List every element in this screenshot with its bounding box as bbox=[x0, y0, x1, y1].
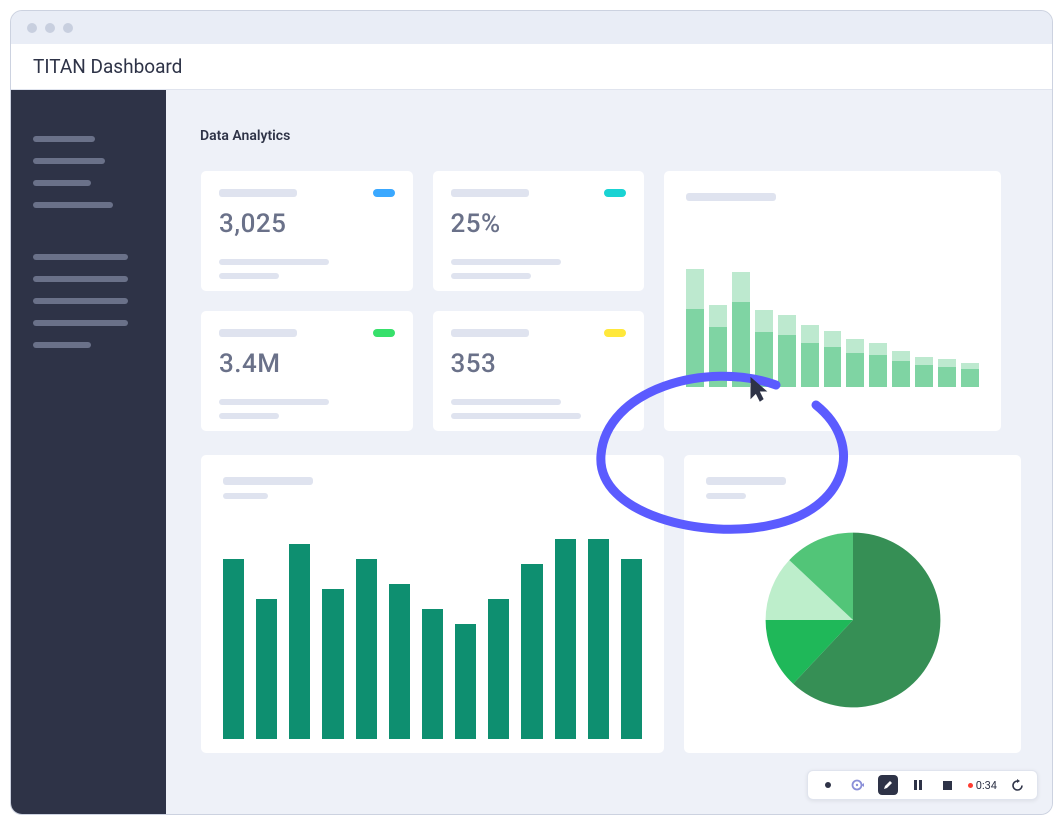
placeholder-line bbox=[451, 259, 561, 265]
chart-bar bbox=[588, 539, 609, 739]
sidebar-item[interactable] bbox=[33, 180, 91, 186]
placeholder-line bbox=[219, 259, 329, 265]
chart-bar bbox=[455, 624, 476, 739]
chart-bar bbox=[824, 331, 842, 387]
workspace: Data Analytics 3,025 bbox=[11, 90, 1052, 814]
placeholder-line bbox=[223, 493, 268, 499]
record-button[interactable] bbox=[818, 775, 838, 795]
sidebar-item[interactable] bbox=[33, 298, 128, 304]
window-dot bbox=[27, 23, 37, 33]
pen-button[interactable] bbox=[878, 775, 898, 795]
pause-button[interactable] bbox=[908, 775, 928, 795]
chart-bar bbox=[488, 599, 509, 739]
chart-bar bbox=[223, 559, 244, 739]
placeholder-line bbox=[219, 413, 279, 419]
metric-card[interactable]: 3,025 bbox=[200, 170, 414, 292]
placeholder-line bbox=[451, 273, 531, 279]
rec-dot-icon bbox=[968, 783, 973, 788]
metric-card[interactable]: 25% bbox=[432, 170, 646, 292]
chart-bar bbox=[869, 343, 887, 387]
recording-timer: 0:34 bbox=[968, 779, 997, 792]
chart-bar bbox=[389, 584, 410, 739]
chart-bar bbox=[801, 325, 819, 387]
placeholder-title bbox=[219, 189, 297, 197]
content-area: Data Analytics 3,025 bbox=[166, 90, 1052, 814]
sidebar-item[interactable] bbox=[33, 202, 113, 208]
placeholder-line bbox=[451, 413, 581, 419]
chart-bar bbox=[356, 559, 377, 739]
metric-row: 3,025 25% bbox=[200, 170, 645, 292]
chart-bar bbox=[322, 589, 343, 739]
pie-chart-card[interactable] bbox=[683, 454, 1022, 754]
chart-bar bbox=[521, 564, 542, 739]
metric-card[interactable]: 353 bbox=[432, 310, 646, 432]
placeholder-line bbox=[219, 399, 329, 405]
chart-bar bbox=[961, 363, 979, 387]
metric-value: 353 bbox=[451, 349, 627, 379]
status-badge bbox=[604, 189, 626, 197]
bottom-grid bbox=[200, 454, 1022, 754]
chart-bar bbox=[915, 357, 933, 387]
sidebar-item[interactable] bbox=[33, 158, 105, 164]
app-title-bar: TITAN Dashboard bbox=[11, 44, 1052, 90]
window-dot bbox=[45, 23, 55, 33]
chart-bar bbox=[938, 359, 956, 387]
placeholder-title bbox=[219, 329, 297, 337]
status-badge bbox=[373, 189, 395, 197]
mini-bar-chart-card[interactable] bbox=[663, 170, 1002, 432]
browser-window: TITAN Dashboard Data Analytics 3,025 bbox=[10, 10, 1053, 815]
top-grid: 3,025 25% bbox=[200, 170, 1022, 432]
chart-bar bbox=[621, 559, 642, 739]
stop-button[interactable] bbox=[938, 775, 958, 795]
chart-bar bbox=[422, 609, 443, 739]
metric-value: 3.4M bbox=[219, 349, 395, 379]
placeholder-title bbox=[451, 189, 529, 197]
pie-chart bbox=[706, 525, 999, 715]
placeholder-title bbox=[451, 329, 529, 337]
sidebar-item[interactable] bbox=[33, 342, 91, 348]
sidebar-item[interactable] bbox=[33, 254, 128, 260]
placeholder-title bbox=[686, 193, 776, 201]
chart-bar bbox=[732, 272, 750, 387]
sidebar-item[interactable] bbox=[33, 320, 128, 326]
big-bar-chart-card[interactable] bbox=[200, 454, 665, 754]
placeholder-line bbox=[706, 493, 746, 499]
chart-bar bbox=[709, 305, 727, 387]
app-title: TITAN Dashboard bbox=[33, 55, 182, 78]
status-badge bbox=[373, 329, 395, 337]
metric-row: 3.4M 353 bbox=[200, 310, 645, 432]
sidebar-item[interactable] bbox=[33, 136, 95, 142]
chart-bar bbox=[778, 315, 796, 387]
sidebar-item[interactable] bbox=[33, 276, 128, 282]
window-titlebar bbox=[11, 11, 1052, 44]
placeholder-title bbox=[706, 477, 786, 485]
chart-bar bbox=[846, 339, 864, 387]
chart-bar bbox=[256, 599, 277, 739]
chart-bar bbox=[555, 539, 576, 739]
status-badge bbox=[604, 329, 626, 337]
metric-card[interactable]: 3.4M bbox=[200, 310, 414, 432]
chart-bar bbox=[686, 269, 704, 387]
chart-bar bbox=[892, 351, 910, 387]
metrics-column: 3,025 25% bbox=[200, 170, 645, 432]
restart-button[interactable] bbox=[1007, 775, 1027, 795]
recording-toolbar: 0:34 bbox=[807, 770, 1038, 800]
metric-value: 25% bbox=[451, 209, 627, 239]
sidebar bbox=[11, 90, 166, 814]
chart-bar bbox=[755, 310, 773, 387]
metric-value: 3,025 bbox=[219, 209, 395, 239]
chart-bar bbox=[289, 544, 310, 739]
mini-bar-chart bbox=[686, 227, 979, 387]
placeholder-title bbox=[223, 477, 313, 485]
webcam-button[interactable] bbox=[848, 775, 868, 795]
window-dot bbox=[63, 23, 73, 33]
placeholder-line bbox=[451, 399, 561, 405]
placeholder-line bbox=[219, 273, 279, 279]
timer-text: 0:34 bbox=[976, 779, 997, 792]
big-bar-chart bbox=[223, 519, 642, 739]
section-title: Data Analytics bbox=[200, 128, 1022, 144]
